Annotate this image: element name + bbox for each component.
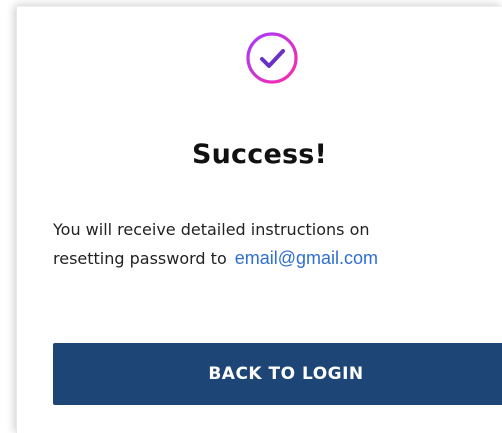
success-title: Success! [191, 139, 328, 170]
success-card: Success! You will receive detailed instr… [16, 6, 502, 433]
success-message: You will receive detailed instructions o… [53, 216, 493, 273]
message-line-2-text: resetting password to [53, 249, 227, 268]
message-line-2: resetting password to email@gmail.com [53, 244, 493, 273]
check-circle-icon [243, 29, 301, 87]
message-line-1: You will receive detailed instructions o… [53, 220, 370, 239]
email-link[interactable]: email@gmail.com [235, 248, 378, 268]
back-to-login-button[interactable]: BACK TO LOGIN [53, 343, 502, 405]
